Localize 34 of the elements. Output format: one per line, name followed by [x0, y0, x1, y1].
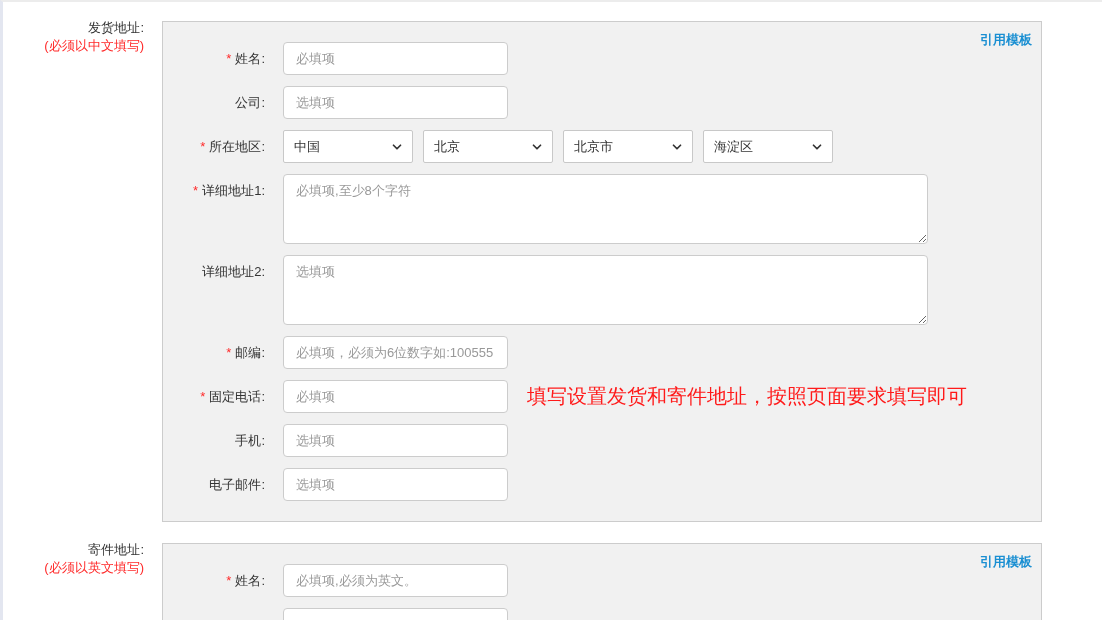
- field-label: 电子邮件:: [209, 475, 265, 494]
- required-mark: *: [200, 137, 206, 156]
- field-label: 详细地址2:: [202, 262, 265, 281]
- required-mark: *: [226, 49, 232, 68]
- region-select[interactable]: 北京市: [563, 130, 693, 163]
- required-mark: *: [193, 181, 199, 200]
- region-select[interactable]: 中国: [283, 130, 413, 163]
- section-note: (必须以英文填写): [44, 559, 144, 577]
- text-area[interactable]: 必填项,至少8个字符: [283, 174, 928, 244]
- required-mark: *: [200, 387, 206, 406]
- field-label: 邮编:: [235, 343, 265, 362]
- text-field[interactable]: 必填项，必须为6位数字如:100555: [283, 336, 508, 369]
- text-field[interactable]: 选填项: [283, 86, 508, 119]
- region-select[interactable]: 北京: [423, 130, 553, 163]
- region-select[interactable]: 海淀区: [703, 130, 833, 163]
- field-label: 手机:: [235, 431, 265, 450]
- text-field[interactable]: 必填项,必须为英文。: [283, 564, 508, 597]
- instruction-text: 填写设置发货和寄件地址，按照页面要求填写即可: [527, 384, 967, 409]
- required-mark: *: [226, 343, 232, 362]
- text-field[interactable]: 选填项: [283, 424, 508, 457]
- text-field[interactable]: 必填项: [283, 42, 508, 75]
- field-label: 姓名:: [235, 571, 265, 590]
- section-label: 发货地址:: [88, 19, 144, 37]
- field-label: 姓名:: [235, 49, 265, 68]
- section-label: 寄件地址:: [88, 541, 144, 559]
- field-label: 详细地址1:: [202, 181, 265, 200]
- text-field[interactable]: 选填项: [283, 468, 508, 501]
- text-field[interactable]: 必填项: [283, 380, 508, 413]
- required-mark: *: [226, 571, 232, 590]
- section-note: (必须以中文填写): [44, 37, 144, 55]
- field-label: 公司:: [235, 93, 265, 112]
- text-area[interactable]: 选填项: [283, 255, 928, 325]
- field-label: 所在地区:: [209, 137, 265, 156]
- field-label: 固定电话:: [209, 387, 265, 406]
